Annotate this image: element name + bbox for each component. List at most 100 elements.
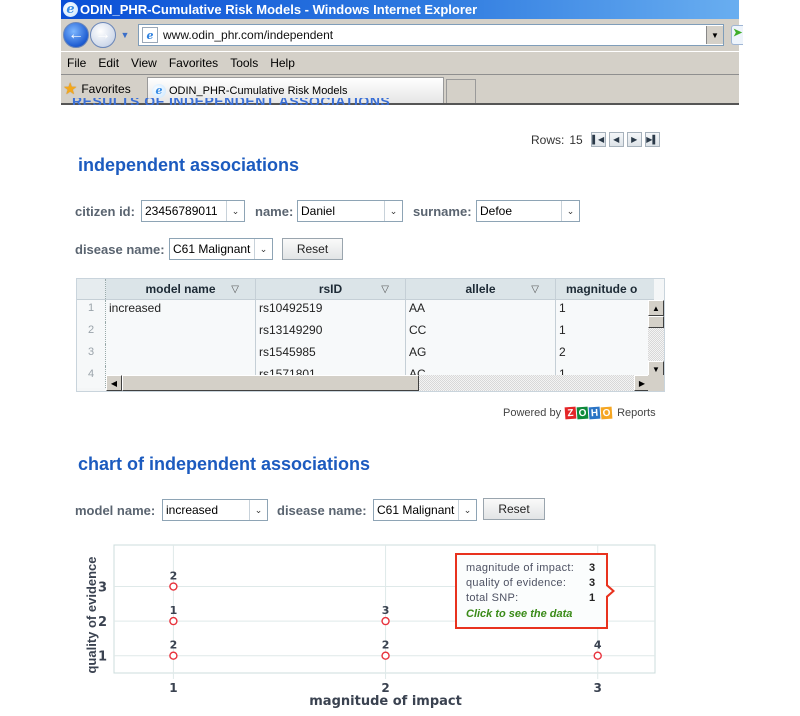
surname-select[interactable]: Defoe ⌄ — [476, 200, 580, 222]
previous-page-icon: ◀ — [613, 135, 620, 144]
disease-name-select[interactable]: C61 Malignant ⌄ — [169, 238, 273, 260]
sort-down-icon[interactable]: ▽ — [231, 284, 239, 295]
chart-disease-name-select[interactable]: C61 Malignant ⌄ — [373, 499, 477, 521]
cell-allele: CC — [406, 322, 556, 344]
sort-down-icon[interactable]: ▽ — [381, 284, 389, 295]
model-name-select[interactable]: increased ⌄ — [162, 499, 268, 521]
chevron-down-icon: ⌄ — [254, 239, 272, 259]
data-point[interactable] — [169, 616, 178, 626]
first-page-icon: ▌◀ — [592, 135, 605, 144]
menu-bar: File Edit View Favorites Tools Help — [61, 51, 739, 75]
citizen-id-label: citizen id: — [75, 204, 135, 219]
table-row[interactable]: 1 increased rs10492519 AA 1 — [77, 300, 650, 322]
x-tick-label: 1 — [169, 681, 177, 695]
scroll-up-button[interactable]: ▲ — [648, 300, 664, 316]
horizontal-scrollbar[interactable]: ◀ ▶ — [106, 375, 650, 391]
chevron-down-icon: ▼ — [120, 30, 130, 40]
menu-view[interactable]: View — [125, 56, 163, 70]
vertical-scroll-thumb[interactable] — [648, 316, 664, 328]
address-bar[interactable]: e www.odin_phr.com/independent ▼ — [138, 24, 724, 46]
name-select[interactable]: Daniel ⌄ — [297, 200, 403, 222]
next-page-icon: ▶ — [631, 135, 638, 144]
column-header-magnitude[interactable]: magnitude o — [556, 279, 653, 299]
rows-label: Rows: — [531, 132, 565, 147]
go-button[interactable]: ➤ — [731, 25, 743, 45]
x-tick-label: 2 — [381, 681, 389, 695]
address-dropdown-button[interactable]: ▼ — [706, 26, 723, 44]
new-tab-button[interactable] — [446, 79, 476, 103]
menu-favorites[interactable]: Favorites — [163, 56, 224, 70]
x-tick-label: 3 — [594, 681, 602, 695]
column-header-model-name[interactable]: model name ▽ — [106, 279, 256, 299]
row-number: 4 — [77, 366, 106, 388]
menu-edit[interactable]: Edit — [92, 56, 125, 70]
menu-help[interactable]: Help — [264, 56, 301, 70]
data-point[interactable] — [593, 651, 602, 660]
menu-file[interactable]: File — [61, 56, 92, 70]
forward-arrow-icon: → — [95, 26, 111, 43]
chart-tooltip: magnitude of impact: 3 quality of eviden… — [455, 553, 608, 629]
column-header-rsid[interactable]: rsID ▽ — [256, 279, 406, 299]
citizen-id-value: 23456789011 — [145, 204, 218, 218]
name-label: name: — [255, 204, 294, 219]
tooltip-value: 3 — [589, 562, 596, 574]
ie-page-icon: e — [142, 27, 158, 43]
citizen-id-select[interactable]: 23456789011 ⌄ — [141, 200, 245, 222]
zoho-letter: O — [576, 406, 589, 420]
last-page-button[interactable]: ▶▌ — [644, 132, 660, 147]
tooltip-value: 1 — [589, 592, 596, 604]
previous-page-button[interactable]: ◀ — [608, 132, 624, 147]
chart-reset-button[interactable]: Reset — [483, 498, 545, 520]
chart-section-title: chart of independent associations — [78, 454, 371, 474]
table-row[interactable]: 2 rs13149290 CC 1 — [77, 322, 650, 344]
cell-rsid: rs10492519 — [256, 300, 406, 322]
url-text[interactable]: www.odin_phr.com/independent — [163, 28, 706, 42]
cell-allele: AA — [406, 300, 556, 322]
chart-disease-name-value: C61 Malignant — [377, 503, 455, 517]
cell-magnitude: 1 — [556, 300, 650, 322]
sort-down-icon[interactable]: ▽ — [531, 284, 539, 295]
next-page-button[interactable]: ▶ — [626, 132, 642, 147]
data-label: 2 — [170, 570, 178, 583]
reset-button[interactable]: Reset — [282, 238, 343, 260]
tooltip-row-quality: quality of evidence: 3 — [466, 576, 606, 591]
column-header-label: allele — [465, 282, 496, 296]
independent-associations-title: independent associations — [78, 155, 300, 175]
grid-header: model name ▽ rsID ▽ allele ▽ magnitude o — [77, 279, 654, 300]
arrow-right-icon: ▶ — [638, 378, 646, 388]
powered-by-zoho[interactable]: Powered by Z O H O Reports — [503, 406, 656, 420]
back-button[interactable]: ← — [63, 22, 89, 48]
table-row[interactable]: 3 rs1545985 AG 2 — [77, 344, 650, 366]
data-point[interactable] — [381, 651, 390, 660]
scroll-left-button[interactable]: ◀ — [106, 375, 122, 391]
triangle-down-icon: ▼ — [711, 30, 719, 40]
browser-window: e ODIN_PHR-Cumulative Risk Models - Wind… — [61, 0, 743, 105]
data-label: 1 — [170, 604, 178, 617]
first-page-button[interactable]: ▌◀ — [590, 132, 606, 147]
window-titlebar: e ODIN_PHR-Cumulative Risk Models - Wind… — [61, 0, 739, 19]
y-tick-label: 1 — [98, 650, 107, 665]
recent-pages-dropdown[interactable]: ▼ — [119, 30, 131, 40]
horizontal-scroll-thumb[interactable] — [122, 375, 419, 391]
chart-disease-name-label: disease name: — [277, 503, 367, 518]
forward-button[interactable]: → — [90, 22, 116, 48]
data-point[interactable] — [381, 616, 390, 626]
tooltip-row-total-snp: total SNP: 1 — [466, 591, 606, 606]
data-point[interactable] — [169, 651, 178, 660]
y-tick-label: 2 — [98, 615, 107, 630]
column-header-label: magnitude o — [566, 282, 638, 296]
vertical-scrollbar[interactable]: ▲ ▼ — [648, 300, 664, 377]
ie-logo-icon: e — [152, 83, 166, 98]
arrow-down-icon: ▼ — [652, 364, 660, 374]
tooltip-value: 3 — [589, 577, 596, 589]
cell-allele: AG — [406, 344, 556, 366]
column-header-allele[interactable]: allele ▽ — [406, 279, 556, 299]
cell-rsid: rs1545985 — [256, 344, 406, 366]
data-point[interactable] — [169, 582, 178, 591]
favorites-label: Favorites — [81, 82, 131, 96]
cell-magnitude: 1 — [556, 322, 650, 344]
chevron-down-icon: ⌄ — [226, 201, 244, 221]
tooltip-label: magnitude of impact: — [466, 562, 575, 574]
see-data-link[interactable]: Click to see the data — [466, 606, 606, 622]
menu-tools[interactable]: Tools — [224, 56, 264, 70]
